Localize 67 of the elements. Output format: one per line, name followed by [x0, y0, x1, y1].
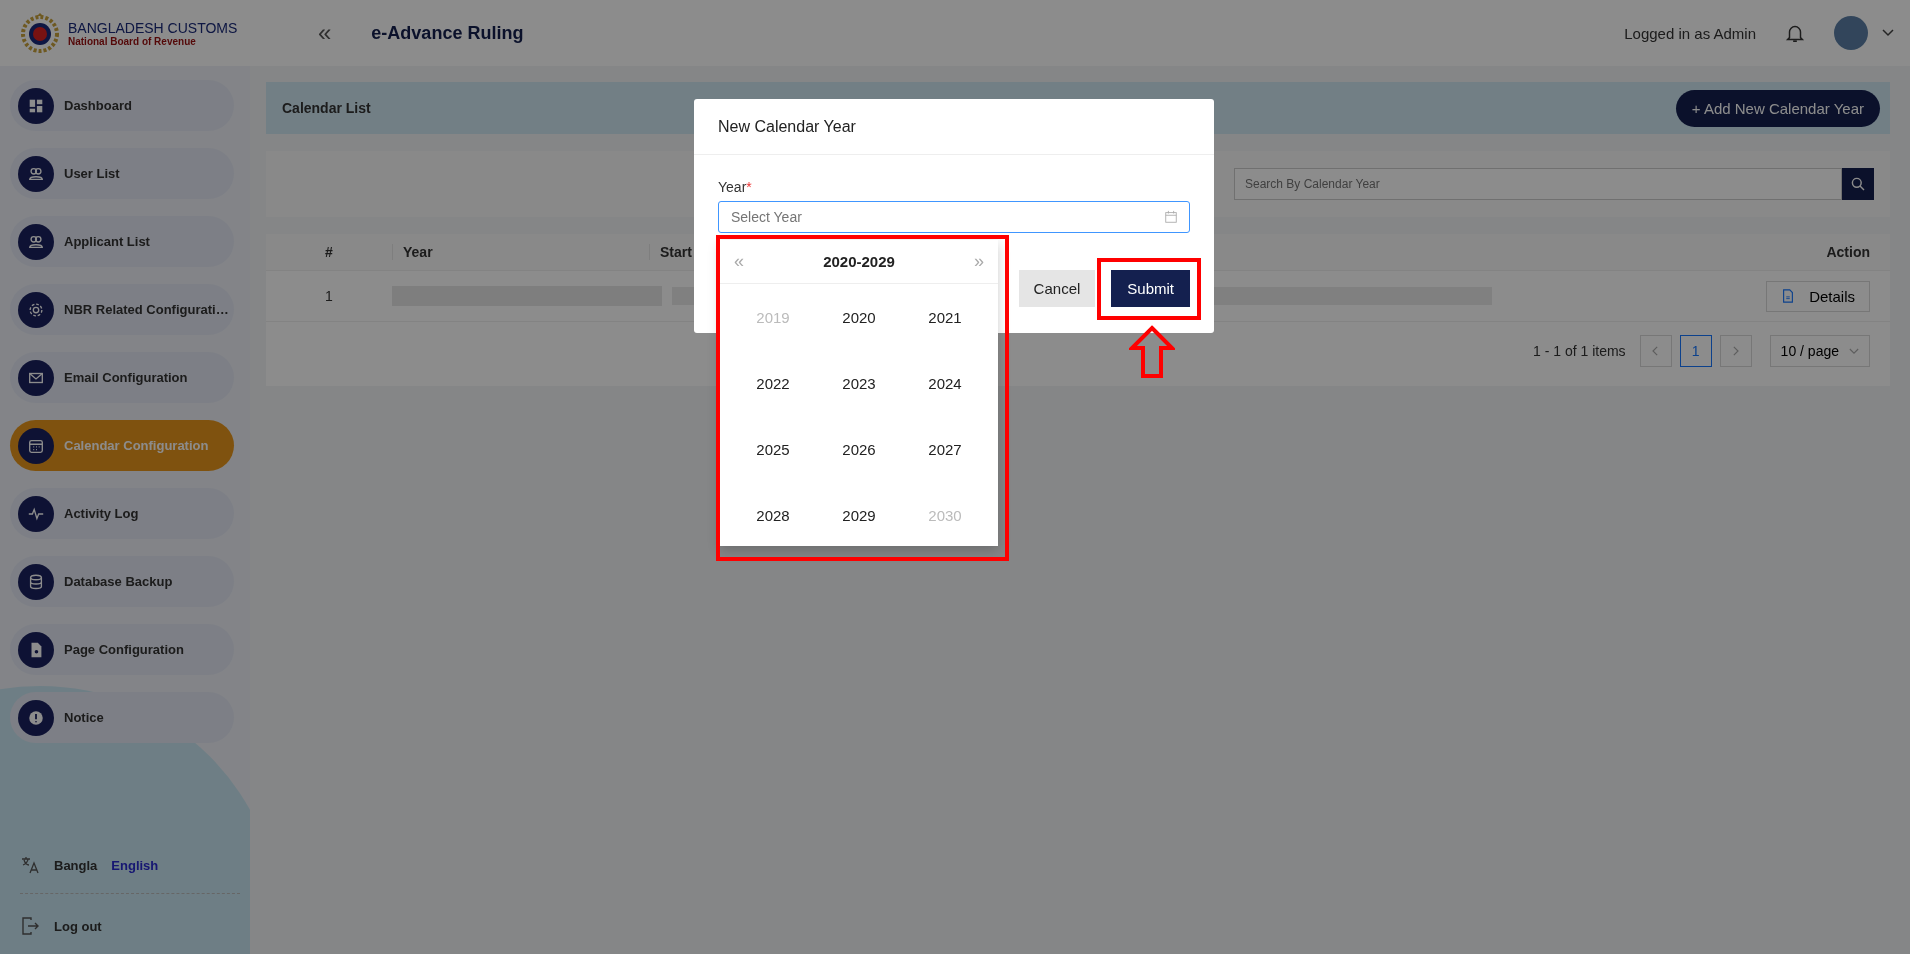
menu-icon [18, 563, 54, 600]
logo-subtitle: National Board of Revenue [68, 35, 197, 47]
sidebar-item[interactable]: Dashboard [10, 80, 234, 131]
column-header: Action [1825, 244, 1871, 260]
menu-icon [18, 291, 54, 328]
sidebar-item[interactable]: Applicant List [10, 216, 234, 267]
chevron-down-icon [1849, 347, 1859, 355]
search-icon [1850, 176, 1866, 192]
column-header: Year [392, 244, 649, 260]
year-option[interactable]: 2020 [834, 304, 884, 330]
chevron-down-icon[interactable] [1882, 29, 1894, 37]
logout-icon[interactable] [20, 916, 40, 936]
modal-title: New Calendar Year [718, 117, 856, 136]
menu-icon [18, 427, 54, 464]
submit-button[interactable]: Submit [1111, 270, 1190, 307]
year-option[interactable]: 2025 [748, 436, 798, 462]
sidebar-item[interactable]: Activity Log [10, 488, 234, 539]
app-title: e-Advance Ruling [371, 22, 524, 44]
user-label: Logged in as Admin [1624, 24, 1756, 42]
field-label: Year [718, 179, 747, 195]
sidebar-item[interactable]: Email Configuration [10, 352, 234, 403]
table-cell-text: 1 [324, 288, 334, 304]
year-option[interactable]: 2023 [834, 370, 884, 396]
page-size-dropdown[interactable]: 10 / page [1769, 335, 1870, 367]
year-input-field[interactable]: Select Year [718, 201, 1190, 233]
year-option[interactable]: 2022 [748, 370, 798, 396]
menu-icon [18, 359, 54, 396]
chevron-right-icon [1732, 346, 1740, 356]
sidebar-item[interactable]: User List [10, 148, 234, 199]
page-title: Calendar List [282, 100, 371, 116]
search-button[interactable] [1842, 168, 1874, 200]
menu-icon [18, 495, 54, 532]
user-avatar[interactable] [1834, 16, 1868, 50]
sidebar-item[interactable]: Notice [10, 692, 234, 743]
language-option[interactable]: Bangla [54, 857, 98, 873]
document-icon [1781, 289, 1796, 303]
column-header: # [324, 244, 334, 260]
logo-title: BANGLADESH CUSTOMS [68, 19, 238, 36]
logout-link[interactable]: Log out [54, 918, 102, 934]
add-calendar-year-button[interactable]: + Add New Calendar Year [1675, 89, 1880, 127]
sidebar-item[interactable]: Database Backup [10, 556, 234, 607]
sidebar-item[interactable]: Page Configuration [10, 624, 234, 675]
menu-icon [18, 699, 54, 736]
search-field[interactable]: Search By Calendar Year [1234, 168, 1842, 200]
year-option[interactable]: 2024 [920, 370, 970, 396]
cancel-button[interactable]: Cancel [1018, 270, 1096, 307]
required-mark: * [746, 179, 752, 195]
calendar-icon [1164, 210, 1178, 224]
translate-icon [20, 855, 40, 875]
year-option[interactable]: 2021 [920, 304, 970, 330]
year-option[interactable]: 2026 [834, 436, 884, 462]
details-button[interactable]: Details [1766, 280, 1870, 312]
chevron-left-icon [1652, 346, 1660, 356]
collapse-sidebar-button[interactable]: « [314, 19, 336, 47]
pagination-summary: 1 - 1 of 1 items [1533, 343, 1626, 359]
customs-emblem-icon [20, 13, 60, 53]
menu-icon [18, 631, 54, 668]
language-option[interactable]: English [111, 857, 159, 873]
menu-icon [18, 223, 54, 260]
page-number-button[interactable]: 1 [1679, 335, 1712, 367]
year-option[interactable]: 2027 [920, 436, 970, 462]
up-arrow [1129, 325, 1175, 379]
menu-icon [18, 155, 54, 192]
menu-icon [18, 87, 54, 124]
sidebar-item[interactable]: NBR Related Configurati… [10, 284, 234, 335]
year-option[interactable]: 2029 [834, 502, 884, 528]
year-option[interactable]: 2028 [748, 502, 798, 528]
